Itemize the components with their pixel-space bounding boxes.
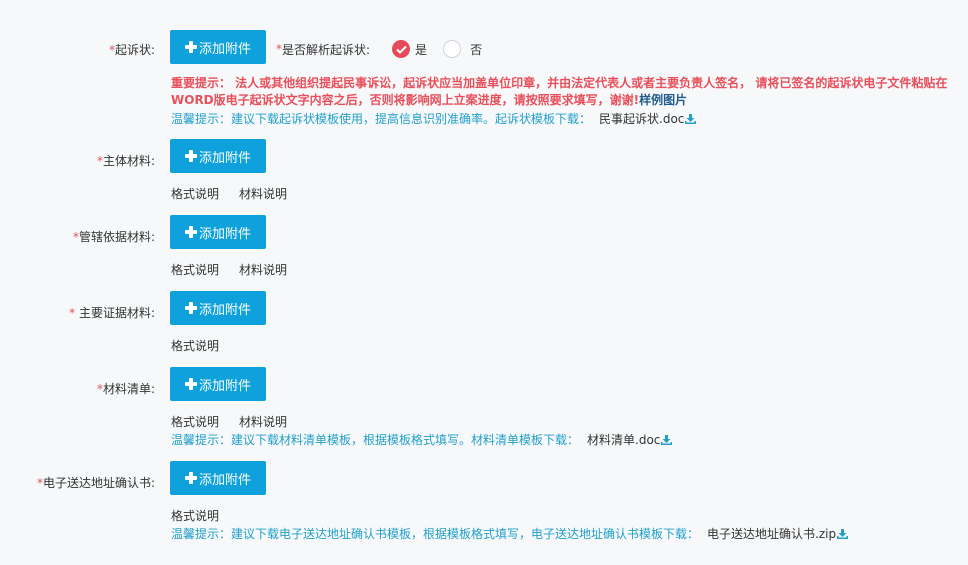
- address-confirm-tip-text: 温馨提示：建议下载电子送达地址确认书模板，根据模板格式填写，电子送达地址确认书模…: [171, 527, 700, 541]
- complaint-label-text: 起诉状:: [114, 43, 155, 57]
- complaint-add-attachment-button[interactable]: 添加附件: [170, 30, 266, 64]
- download-icon: [661, 435, 673, 445]
- complaint-template-download-link[interactable]: 民事起诉状.doc: [599, 112, 697, 126]
- check-icon: [395, 45, 407, 54]
- format-description-link[interactable]: 格式说明: [171, 263, 219, 277]
- button-label: 添加附件: [198, 472, 251, 488]
- plus-icon: [184, 302, 197, 314]
- radio-yes[interactable]: [392, 40, 411, 58]
- material-list-label: *材料清单:: [5, 380, 155, 397]
- complaint-tip-text: 温馨提示：建议下载起诉状模板使用，提高信息识别准确率。起诉状模板下载：: [171, 112, 592, 126]
- important-notice: 重要提示： 法人或其他组织提起民事诉讼，起诉状应当加盖单位印章，并由法定代表人或…: [171, 75, 961, 109]
- material-list-label-text: 材料清单:: [102, 382, 155, 396]
- address-confirm-label-text: 电子送达地址确认书:: [42, 476, 155, 490]
- button-label: 添加附件: [198, 41, 251, 57]
- download-icon: [685, 114, 697, 124]
- complaint-label: *起诉状:: [5, 41, 155, 58]
- plus-icon: [184, 41, 197, 53]
- complaint-template-filename[interactable]: 民事起诉状.doc: [599, 112, 684, 126]
- material-list-tip: 温馨提示：建议下载材料清单模板，根据模板格式填写。材料清单模板下载： 材料清单.d…: [171, 431, 673, 448]
- material-list-tip-text: 温馨提示：建议下载材料清单模板，根据模板格式填写。材料清单模板下载：: [171, 433, 580, 447]
- evidence-label-text: 主要证据材料:: [75, 306, 155, 320]
- download-icon: [837, 529, 849, 539]
- complaint-tip: 温馨提示：建议下载起诉状模板使用，提高信息识别准确率。起诉状模板下载： 民事起诉状…: [171, 110, 697, 127]
- button-label: 添加附件: [198, 378, 251, 394]
- evidence-links: 格式说明: [171, 337, 239, 354]
- sample-image-link[interactable]: 样例图片: [639, 93, 687, 107]
- subject-links: 格式说明 材料说明: [171, 185, 307, 202]
- jurisdiction-add-attachment-button[interactable]: 添加附件: [170, 215, 266, 249]
- important-notice-text: 重要提示： 法人或其他组织提起民事诉讼，起诉状应当加盖单位印章，并由法定代表人或…: [171, 76, 948, 107]
- format-description-link[interactable]: 格式说明: [171, 339, 219, 353]
- button-label: 添加附件: [198, 150, 251, 166]
- address-confirm-template-download-link[interactable]: 电子送达地址确认书.zip: [707, 527, 849, 541]
- format-description-link[interactable]: 格式说明: [171, 187, 219, 201]
- subject-label: *主体材料:: [5, 152, 155, 169]
- evidence-add-attachment-button[interactable]: 添加附件: [170, 291, 266, 325]
- format-description-link[interactable]: 格式说明: [171, 509, 219, 523]
- address-confirm-tip: 温馨提示：建议下载电子送达地址确认书模板，根据模板格式填写，电子送达地址确认书模…: [171, 525, 849, 542]
- plus-icon: [184, 150, 197, 162]
- jurisdiction-label-text: 管辖依据材料:: [78, 230, 155, 244]
- subject-add-attachment-button[interactable]: 添加附件: [170, 139, 266, 173]
- radio-yes-label[interactable]: 是: [415, 41, 427, 58]
- address-confirm-links: 格式说明: [171, 507, 239, 524]
- address-confirm-template-filename[interactable]: 电子送达地址确认书.zip: [707, 527, 836, 541]
- evidence-label: * 主要证据材料:: [5, 304, 155, 321]
- subject-label-text: 主体材料:: [102, 154, 155, 168]
- plus-icon: [184, 226, 197, 238]
- address-confirm-add-attachment-button[interactable]: 添加附件: [170, 461, 266, 495]
- button-label: 添加附件: [198, 302, 251, 318]
- radio-no[interactable]: [443, 40, 462, 58]
- format-description-link[interactable]: 格式说明: [171, 415, 219, 429]
- parse-complaint-label: 是否解析起诉状:: [282, 42, 371, 57]
- material-list-add-attachment-button[interactable]: 添加附件: [170, 367, 266, 401]
- jurisdiction-label: *管辖依据材料:: [5, 228, 155, 245]
- material-description-link[interactable]: 材料说明: [239, 187, 287, 201]
- jurisdiction-links: 格式说明 材料说明: [171, 261, 307, 278]
- button-label: 添加附件: [198, 226, 251, 242]
- radio-no-label[interactable]: 否: [470, 41, 482, 58]
- address-confirm-label: *电子送达地址确认书:: [5, 474, 155, 491]
- plus-icon: [184, 472, 197, 484]
- material-list-template-download-link[interactable]: 材料清单.doc: [587, 433, 673, 447]
- material-description-link[interactable]: 材料说明: [239, 263, 287, 277]
- material-description-link[interactable]: 材料说明: [239, 415, 287, 429]
- parse-complaint-radio-group: * 是否解析起诉状: 是 否: [276, 40, 482, 58]
- plus-icon: [184, 378, 197, 390]
- material-list-template-filename[interactable]: 材料清单.doc: [587, 433, 660, 447]
- material-list-links: 格式说明 材料说明: [171, 413, 307, 430]
